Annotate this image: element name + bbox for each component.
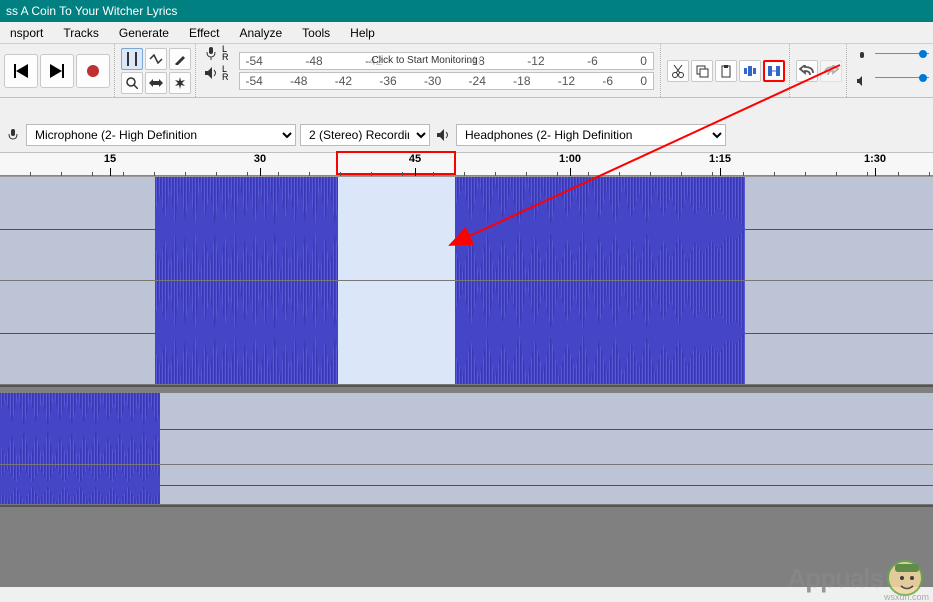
meter-lr-label-2: LR: [222, 65, 229, 81]
toolbar: LR LR -54 -48 -42 -18 -12 -6 0 Click to …: [0, 44, 933, 98]
waveform: [155, 177, 338, 280]
track-2-right[interactable]: [0, 465, 933, 505]
waveform: [455, 177, 745, 280]
menu-effect[interactable]: Effect: [181, 24, 227, 42]
timeline-label: 30: [254, 153, 266, 165]
channels-select[interactable]: 2 (Stereo) Recording Cha: [300, 124, 430, 146]
menu-help[interactable]: Help: [342, 24, 383, 42]
mascot-icon: [887, 560, 923, 596]
mic-slider-icon: [853, 48, 871, 66]
menu-analyze[interactable]: Analyze: [231, 24, 290, 42]
mic-icon: [202, 44, 220, 62]
undo-button[interactable]: [796, 60, 818, 82]
track-1-left[interactable]: [0, 177, 933, 281]
redo-button[interactable]: [820, 60, 842, 82]
watermark: Appuals: [787, 560, 923, 596]
timeline-ruler[interactable]: 15 30 45 1:00 1:15 1:30: [0, 153, 933, 177]
window-title: ss A Coin To Your Witcher Lyrics: [0, 0, 933, 22]
multi-tool[interactable]: [169, 72, 191, 94]
speaker-device-icon: [434, 126, 452, 144]
draw-tool[interactable]: [169, 48, 191, 70]
credit-text: wsxdn.com: [884, 592, 929, 602]
trim-button[interactable]: [739, 60, 761, 82]
playback-meter[interactable]: -54 -48 -42 -36 -30 -24 -18 -12 -6 0: [239, 72, 655, 90]
audio-selection[interactable]: [338, 177, 455, 280]
copy-button[interactable]: [691, 60, 713, 82]
timeline-label: 1:15: [709, 153, 731, 165]
recording-volume-slider[interactable]: [875, 53, 929, 61]
playback-volume-slider[interactable]: [875, 77, 929, 85]
track-1-right[interactable]: [0, 281, 933, 385]
meter-lr-label: LR: [222, 45, 229, 61]
waveform: [155, 281, 338, 384]
waveform: [455, 281, 745, 384]
skip-end-button[interactable]: [40, 54, 74, 88]
device-toolbar: Microphone (2- High Definition 2 (Stereo…: [0, 120, 933, 153]
speaker-icon: [202, 64, 220, 82]
output-device-select[interactable]: Headphones (2- High Definition: [456, 124, 726, 146]
input-device-select[interactable]: Microphone (2- High Definition: [26, 124, 296, 146]
mic-device-icon: [4, 126, 22, 144]
menu-tools[interactable]: Tools: [294, 24, 338, 42]
menu-generate[interactable]: Generate: [111, 24, 177, 42]
selection-tool[interactable]: [121, 48, 143, 70]
silence-button[interactable]: [763, 60, 785, 82]
zoom-tool[interactable]: [121, 72, 143, 94]
paste-button[interactable]: [715, 60, 737, 82]
cut-button[interactable]: [667, 60, 689, 82]
skip-start-button[interactable]: [4, 54, 38, 88]
envelope-tool[interactable]: [145, 48, 167, 70]
track-area: [0, 177, 933, 587]
track-2-left[interactable]: [0, 393, 933, 465]
monitor-text[interactable]: Click to Start Monitoring: [370, 55, 480, 66]
timeline-label: 15: [104, 153, 116, 165]
menu-bar: nsport Tracks Generate Effect Analyze To…: [0, 22, 933, 44]
menu-tracks[interactable]: Tracks: [55, 24, 107, 42]
menu-transport[interactable]: nsport: [2, 24, 51, 42]
recording-meter[interactable]: -54 -48 -42 -18 -12 -6 0 Click to Start …: [239, 52, 655, 70]
track-2[interactable]: [0, 393, 933, 507]
waveform: [0, 393, 160, 464]
timeline-selection-highlight: [336, 151, 456, 175]
timeline-label: 45: [409, 153, 421, 165]
timeline-label: 1:30: [864, 153, 886, 165]
waveform: [0, 465, 160, 504]
speaker-slider-icon: [853, 72, 871, 90]
audio-selection[interactable]: [338, 281, 455, 384]
record-button[interactable]: [76, 54, 110, 88]
timeshift-tool[interactable]: [145, 72, 167, 94]
track-1[interactable]: [0, 177, 933, 387]
timeline-label: 1:00: [559, 153, 581, 165]
